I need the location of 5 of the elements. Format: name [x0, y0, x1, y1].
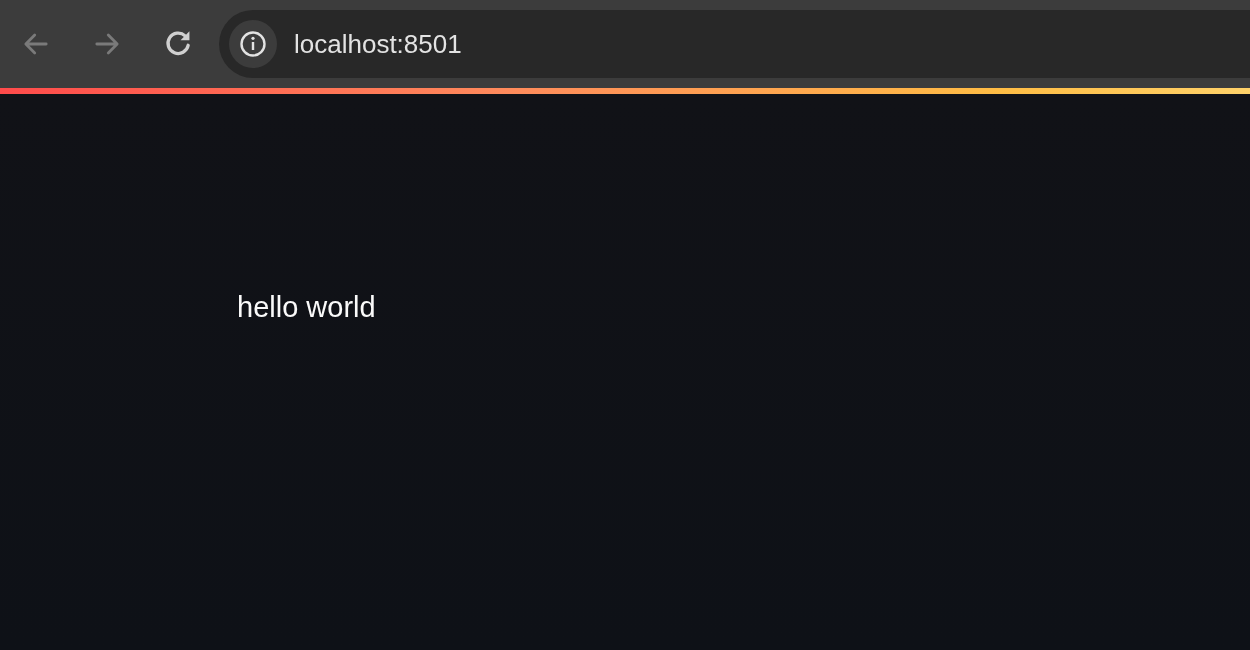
reload-icon: [164, 30, 192, 58]
address-bar[interactable]: localhost:8501: [219, 10, 1250, 78]
info-icon[interactable]: [229, 20, 277, 68]
body-text: hello world: [237, 290, 376, 325]
url-text: localhost:8501: [294, 27, 462, 61]
